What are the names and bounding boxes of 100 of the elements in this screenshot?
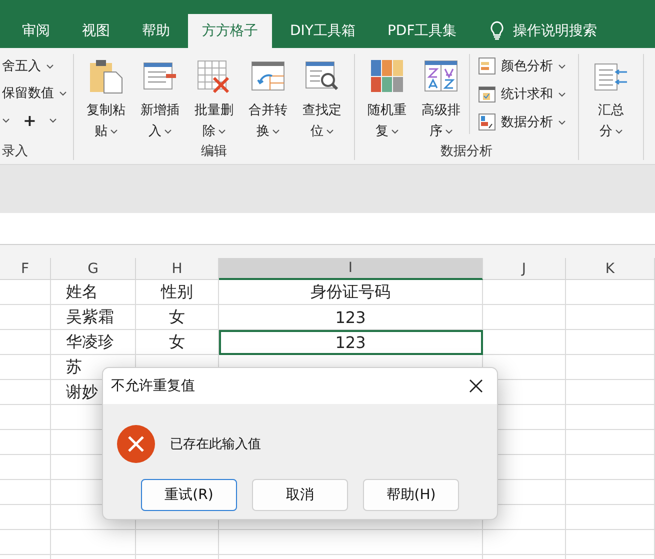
table-cell[interactable] bbox=[0, 530, 51, 555]
table-cell[interactable] bbox=[0, 305, 51, 330]
chevron-down-icon bbox=[326, 129, 334, 134]
ribbon-menu-item[interactable]: 统计求和 bbox=[478, 82, 566, 106]
chevron-down-icon bbox=[558, 120, 566, 124]
column-header[interactable]: H bbox=[136, 258, 219, 280]
dialog-button[interactable]: 帮助(H) bbox=[363, 479, 459, 511]
chevron-down-icon bbox=[164, 129, 172, 134]
chevron-down-icon bbox=[46, 64, 54, 68]
table-cell[interactable]: 性别 bbox=[136, 280, 219, 305]
table-cell[interactable] bbox=[0, 505, 51, 530]
ribbon-button-label: 合并转 bbox=[248, 102, 288, 120]
table-cell[interactable] bbox=[0, 480, 51, 505]
table-cell[interactable] bbox=[51, 530, 136, 555]
column-header[interactable]: F bbox=[0, 258, 51, 280]
ribbon-button-label: 随机重 bbox=[368, 102, 406, 120]
ribbon-item-label: 数据分析 bbox=[501, 114, 553, 131]
table-cell[interactable]: 身份证号码 bbox=[219, 280, 483, 305]
table-cell[interactable] bbox=[566, 380, 655, 405]
column-header[interactable]: J bbox=[483, 258, 566, 280]
table-cell[interactable] bbox=[566, 330, 655, 355]
table-cell[interactable] bbox=[0, 455, 51, 480]
table-cell[interactable] bbox=[219, 530, 483, 555]
ribbon-button-label: 换 bbox=[256, 123, 270, 141]
ribbon-item-label: 颜色分析 bbox=[501, 58, 553, 75]
close-icon[interactable] bbox=[469, 379, 483, 393]
group-label: 编辑 bbox=[200, 143, 228, 160]
ribbon-button[interactable]: 复制粘 贴 bbox=[80, 54, 132, 142]
ribbon-menu-item[interactable]: 保留数值 bbox=[2, 81, 67, 105]
table-cell[interactable] bbox=[0, 355, 51, 380]
table-cell[interactable] bbox=[0, 380, 51, 405]
ribbon-menu-item[interactable]: 数据分析 bbox=[478, 110, 566, 134]
chevron-down-icon bbox=[614, 129, 622, 134]
ribbon-button[interactable]: 查找定 位 bbox=[296, 54, 348, 142]
table-cell[interactable] bbox=[0, 405, 51, 430]
chevron-down-icon bbox=[444, 129, 452, 134]
table-cell[interactable]: 华凌珍 bbox=[51, 330, 136, 355]
table-cell[interactable] bbox=[0, 430, 51, 455]
column-header[interactable]: K bbox=[566, 258, 655, 280]
ribbon-tab[interactable]: 视图 bbox=[68, 14, 124, 48]
ribbon-button[interactable]: 合并转 换 bbox=[242, 54, 294, 142]
ribbon-menu-item[interactable]: 颜色分析 bbox=[478, 54, 566, 78]
bar-table-icon bbox=[478, 113, 496, 131]
clipboard-icon bbox=[88, 58, 124, 94]
ribbon-button-label: 分 bbox=[600, 123, 612, 141]
ribbon-button[interactable]: 随机重 复 bbox=[361, 54, 413, 142]
chevron-down-icon bbox=[272, 129, 280, 134]
ribbon-button[interactable]: 汇总 分 bbox=[585, 54, 637, 142]
ribbon-button-label: 除 bbox=[202, 123, 216, 141]
table-cell[interactable]: 女 bbox=[136, 330, 219, 355]
chevron-down-icon bbox=[390, 129, 398, 134]
column-header[interactable]: G bbox=[51, 258, 136, 280]
chevron-down-icon bbox=[218, 129, 226, 134]
chevron-down-icon bbox=[2, 118, 10, 122]
ribbon-menu-item[interactable]: 舍五入 bbox=[2, 54, 54, 78]
table-cell[interactable] bbox=[136, 530, 219, 555]
ribbon-tab[interactable]: 审阅 bbox=[8, 14, 64, 48]
ribbon-button-label: 查找定 bbox=[302, 102, 342, 120]
table-cell[interactable] bbox=[483, 305, 566, 330]
ribbon-button[interactable]: 高级排 序 bbox=[415, 54, 467, 142]
table-cell[interactable]: 123 bbox=[219, 330, 483, 355]
ribbon-tab[interactable]: PDF工具集 bbox=[373, 14, 471, 48]
ribbon-button-label: 批量删 bbox=[194, 102, 234, 120]
table-cell[interactable] bbox=[483, 530, 566, 555]
ribbon-button[interactable]: 新增插 入 bbox=[134, 54, 186, 142]
ribbon-menu-item[interactable]: + bbox=[2, 108, 58, 132]
dialog-button[interactable]: 取消 bbox=[252, 479, 348, 511]
ribbon-tab[interactable]: 方方格子 bbox=[188, 14, 272, 48]
table-cell[interactable]: 女 bbox=[136, 305, 219, 330]
ribbon-button-label: 入 bbox=[148, 123, 162, 141]
table-cell[interactable] bbox=[566, 530, 655, 555]
table-cell[interactable]: 姓名 bbox=[51, 280, 136, 305]
table-cell[interactable] bbox=[566, 455, 655, 480]
color-list-icon bbox=[478, 57, 496, 75]
ribbon-tab[interactable]: 帮助 bbox=[128, 14, 184, 48]
ribbon-button-label: 新增插 bbox=[140, 102, 180, 120]
error-icon bbox=[116, 424, 156, 464]
column-header[interactable]: I bbox=[219, 258, 483, 280]
table-cell[interactable] bbox=[566, 280, 655, 305]
ribbon-button-label: 位 bbox=[310, 123, 324, 141]
table-cell[interactable]: 123 bbox=[219, 305, 483, 330]
ribbon-tab[interactable]: DIY工具箱 bbox=[276, 14, 370, 48]
chevron-down-icon bbox=[59, 90, 67, 96]
table-cell[interactable] bbox=[566, 430, 655, 455]
search-label[interactable]: 操作说明搜索 bbox=[512, 22, 597, 40]
table-cell[interactable] bbox=[566, 480, 655, 505]
table-cell[interactable] bbox=[566, 305, 655, 330]
table-cell[interactable] bbox=[483, 280, 566, 305]
ribbon-button[interactable]: 批量删 除 bbox=[188, 54, 240, 142]
table-cell[interactable] bbox=[566, 505, 655, 530]
table-cell[interactable] bbox=[483, 330, 566, 355]
table-cell[interactable] bbox=[566, 405, 655, 430]
lightbulb-icon bbox=[488, 21, 505, 41]
table-cell[interactable]: 吴紫霜 bbox=[51, 305, 136, 330]
dialog-button[interactable]: 重试(R) bbox=[141, 479, 237, 511]
ribbon-item-label: 保留数值 bbox=[2, 85, 54, 102]
table-cell[interactable] bbox=[0, 330, 51, 355]
table-cell[interactable] bbox=[0, 280, 51, 305]
table-cell[interactable] bbox=[566, 355, 655, 380]
chevron-down-icon bbox=[110, 129, 118, 134]
